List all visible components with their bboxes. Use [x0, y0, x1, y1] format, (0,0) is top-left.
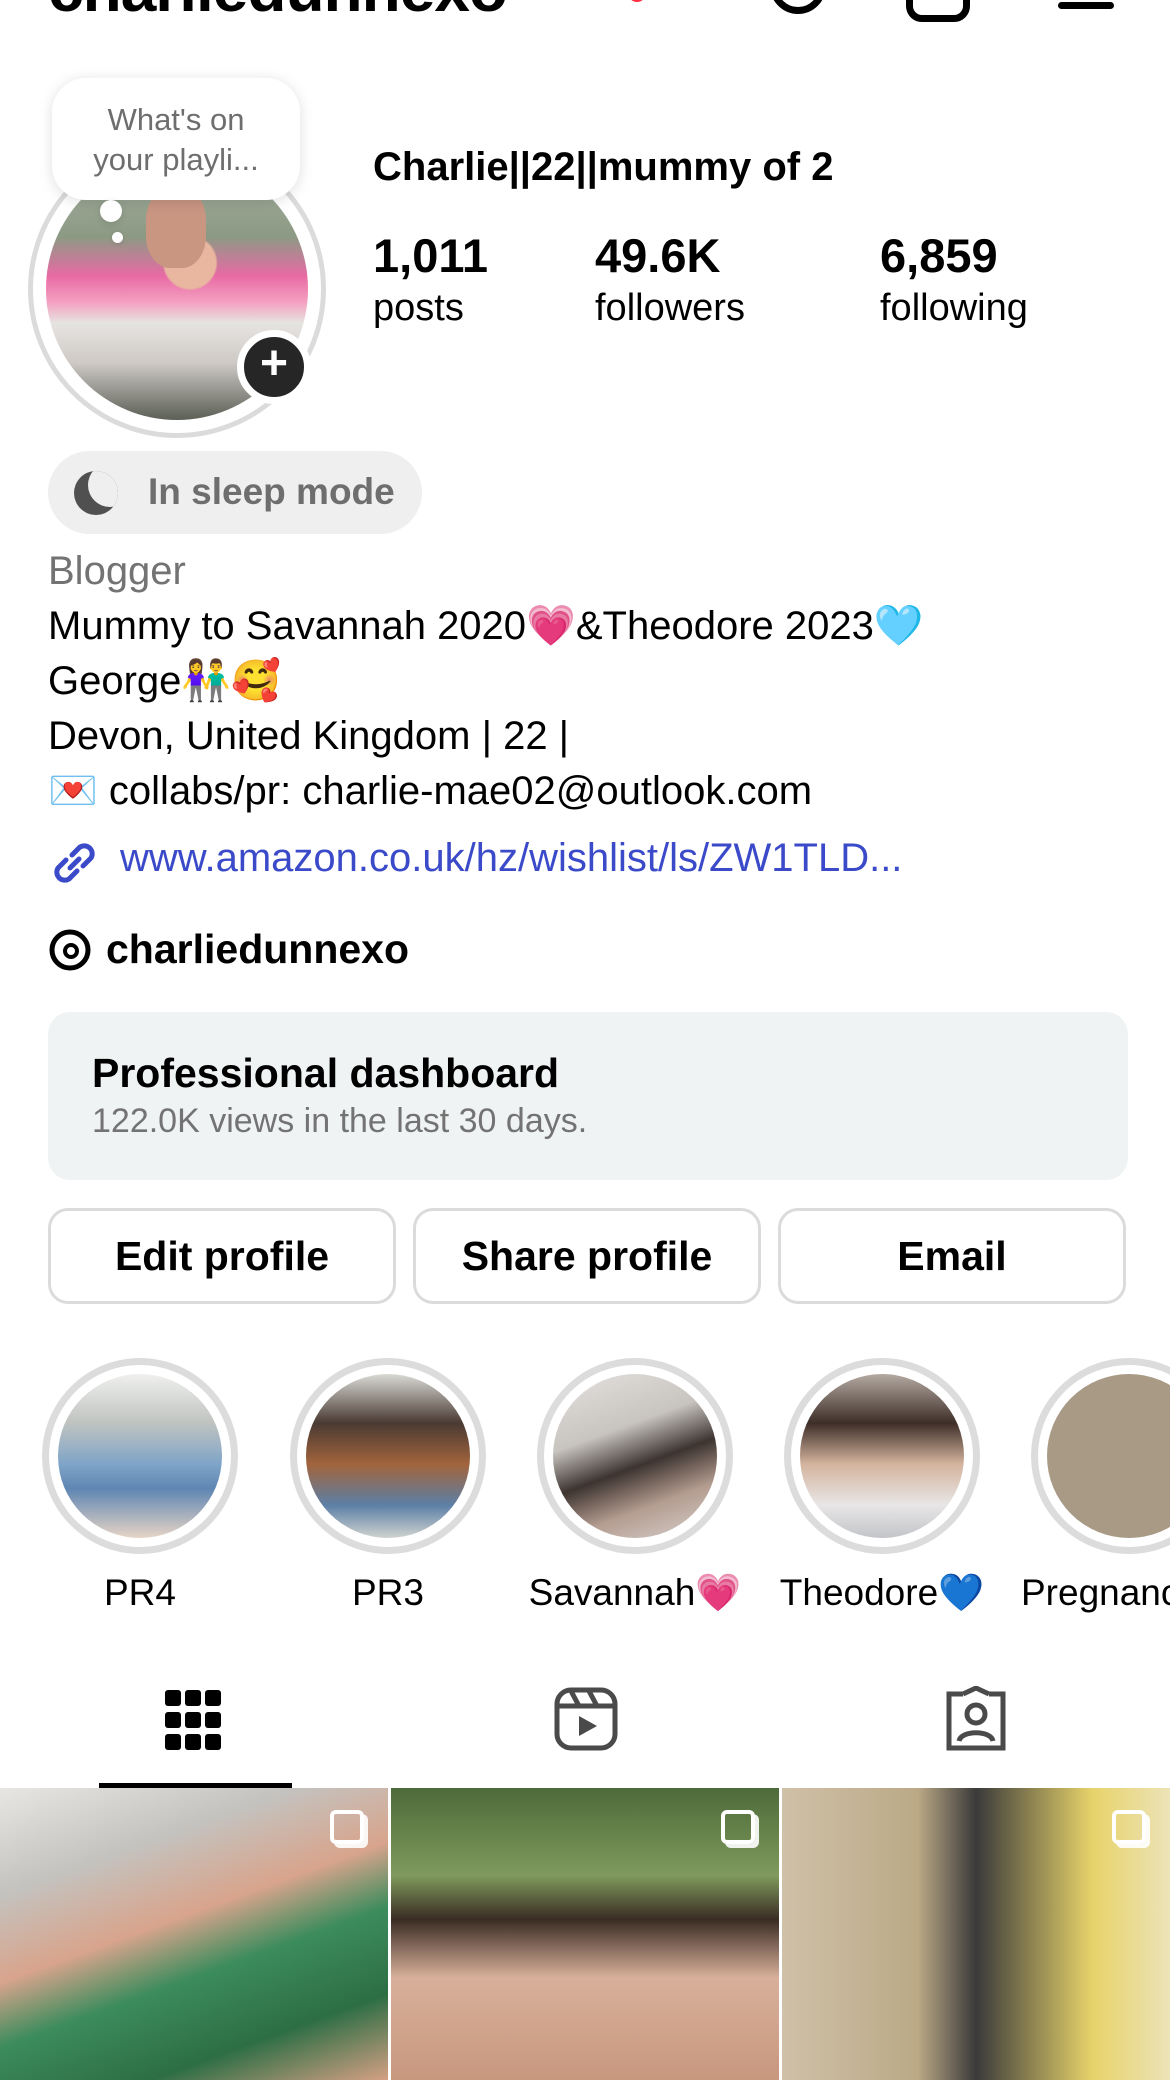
post-thumbnail[interactable]: [782, 1788, 1170, 2080]
top-bar: charliedunnexo: [0, 0, 1170, 25]
note-text-line2: your playli...: [93, 142, 259, 177]
tagged-icon: [946, 1686, 1006, 1751]
edit-profile-button[interactable]: Edit profile: [48, 1208, 396, 1304]
highlight-ring: [290, 1358, 486, 1554]
sleep-mode-text: In sleep mode: [148, 471, 395, 512]
following-count: 6,859: [880, 229, 998, 282]
story-highlight[interactable]: Theodore💙: [780, 1358, 984, 1615]
post-thumbnail[interactable]: [391, 1788, 779, 2080]
following-stat[interactable]: 6,859 following: [880, 228, 1028, 332]
highlight-cover: [1047, 1374, 1170, 1538]
highlight-ring: [784, 1358, 980, 1554]
highlight-ring: [1031, 1358, 1170, 1554]
followers-label: followers: [595, 287, 745, 329]
tab-posts-grid[interactable]: [0, 1646, 390, 1788]
story-highlight[interactable]: Pregnanc: [1021, 1358, 1170, 1614]
grid-icon: [165, 1690, 221, 1750]
posts-grid: [0, 1788, 1170, 2080]
story-highlight[interactable]: Savannah💗: [529, 1358, 741, 1615]
notification-dot: [628, 0, 646, 2]
tab-reels[interactable]: [390, 1646, 780, 1788]
bio-line: George👫🥰: [48, 659, 282, 703]
highlight-cover: [800, 1374, 964, 1538]
email-button[interactable]: Email: [778, 1208, 1126, 1304]
highlight-cover: [58, 1374, 222, 1538]
profile-tabs: [0, 1646, 1170, 1788]
note-bubble-tail: [100, 200, 122, 222]
note-bubble-tail-small: [112, 232, 123, 243]
reels-icon: [554, 1687, 618, 1751]
link-text[interactable]: www.amazon.co.uk/hz/wishlist/ls/ZW1TLD..…: [120, 836, 902, 881]
highlight-label: Theodore💙: [779, 1572, 985, 1613]
posts-label: posts: [373, 287, 464, 329]
highlight-cover: [306, 1374, 470, 1538]
threads-logo-icon: [49, 929, 91, 971]
carousel-icon: [330, 1810, 364, 1844]
highlight-label: PR3: [352, 1572, 424, 1613]
link-icon: [54, 843, 95, 883]
dashboard-title: Professional dashboard: [92, 1050, 560, 1096]
professional-dashboard[interactable]: Professional dashboard 122.0K views in t…: [48, 1012, 1128, 1180]
highlight-ring: [42, 1358, 238, 1554]
bio-line: Mummy to Savannah 2020💗&Theodore 2023🩵: [48, 604, 924, 648]
display-name: Charlie||22||mummy of 2: [373, 145, 834, 189]
highlight-label: Pregnanc: [1021, 1572, 1170, 1613]
threads-handle: charliedunnexo: [106, 926, 410, 972]
highlight-cover: [553, 1374, 717, 1538]
bio-line: 💌 collabs/pr: charlie-mae02@outlook.com: [48, 769, 813, 813]
following-label: following: [880, 287, 1028, 329]
note-text-line1: What's on: [107, 102, 245, 137]
threads-icon[interactable]: [770, 0, 826, 14]
story-highlight[interactable]: PR4: [42, 1358, 238, 1614]
followers-count: 49.6K: [595, 229, 721, 282]
bio: Blogger Mummy to Savannah 2020💗&Theodore…: [48, 544, 1148, 819]
moon-icon: [74, 471, 118, 515]
create-post-icon[interactable]: [906, 0, 970, 22]
tab-tagged[interactable]: [780, 1646, 1170, 1788]
posts-count: 1,011: [373, 229, 489, 282]
story-highlight[interactable]: PR3: [290, 1358, 486, 1614]
bio-line: Devon, United Kingdom | 22 |: [48, 714, 570, 758]
post-thumbnail[interactable]: [0, 1788, 388, 2080]
note-bubble[interactable]: What's on your playli...: [52, 78, 300, 200]
highlight-ring: [537, 1358, 733, 1554]
add-story-button[interactable]: +: [237, 330, 311, 404]
followers-stat[interactable]: 49.6K followers: [595, 228, 745, 332]
carousel-icon: [1112, 1810, 1146, 1844]
dashboard-subtitle: 122.0K views in the last 30 days.: [92, 1102, 588, 1140]
highlight-label: Savannah💗: [528, 1572, 742, 1613]
posts-stat[interactable]: 1,011 posts: [373, 228, 488, 332]
highlight-label: PR4: [104, 1572, 176, 1613]
profile-username[interactable]: charliedunnexo: [48, 0, 508, 26]
menu-icon[interactable]: [1058, 2, 1114, 9]
sleep-mode-pill[interactable]: In sleep mode: [48, 451, 422, 534]
carousel-icon: [721, 1810, 755, 1844]
share-profile-button[interactable]: Share profile: [413, 1208, 761, 1304]
category-label: Blogger: [48, 549, 186, 593]
